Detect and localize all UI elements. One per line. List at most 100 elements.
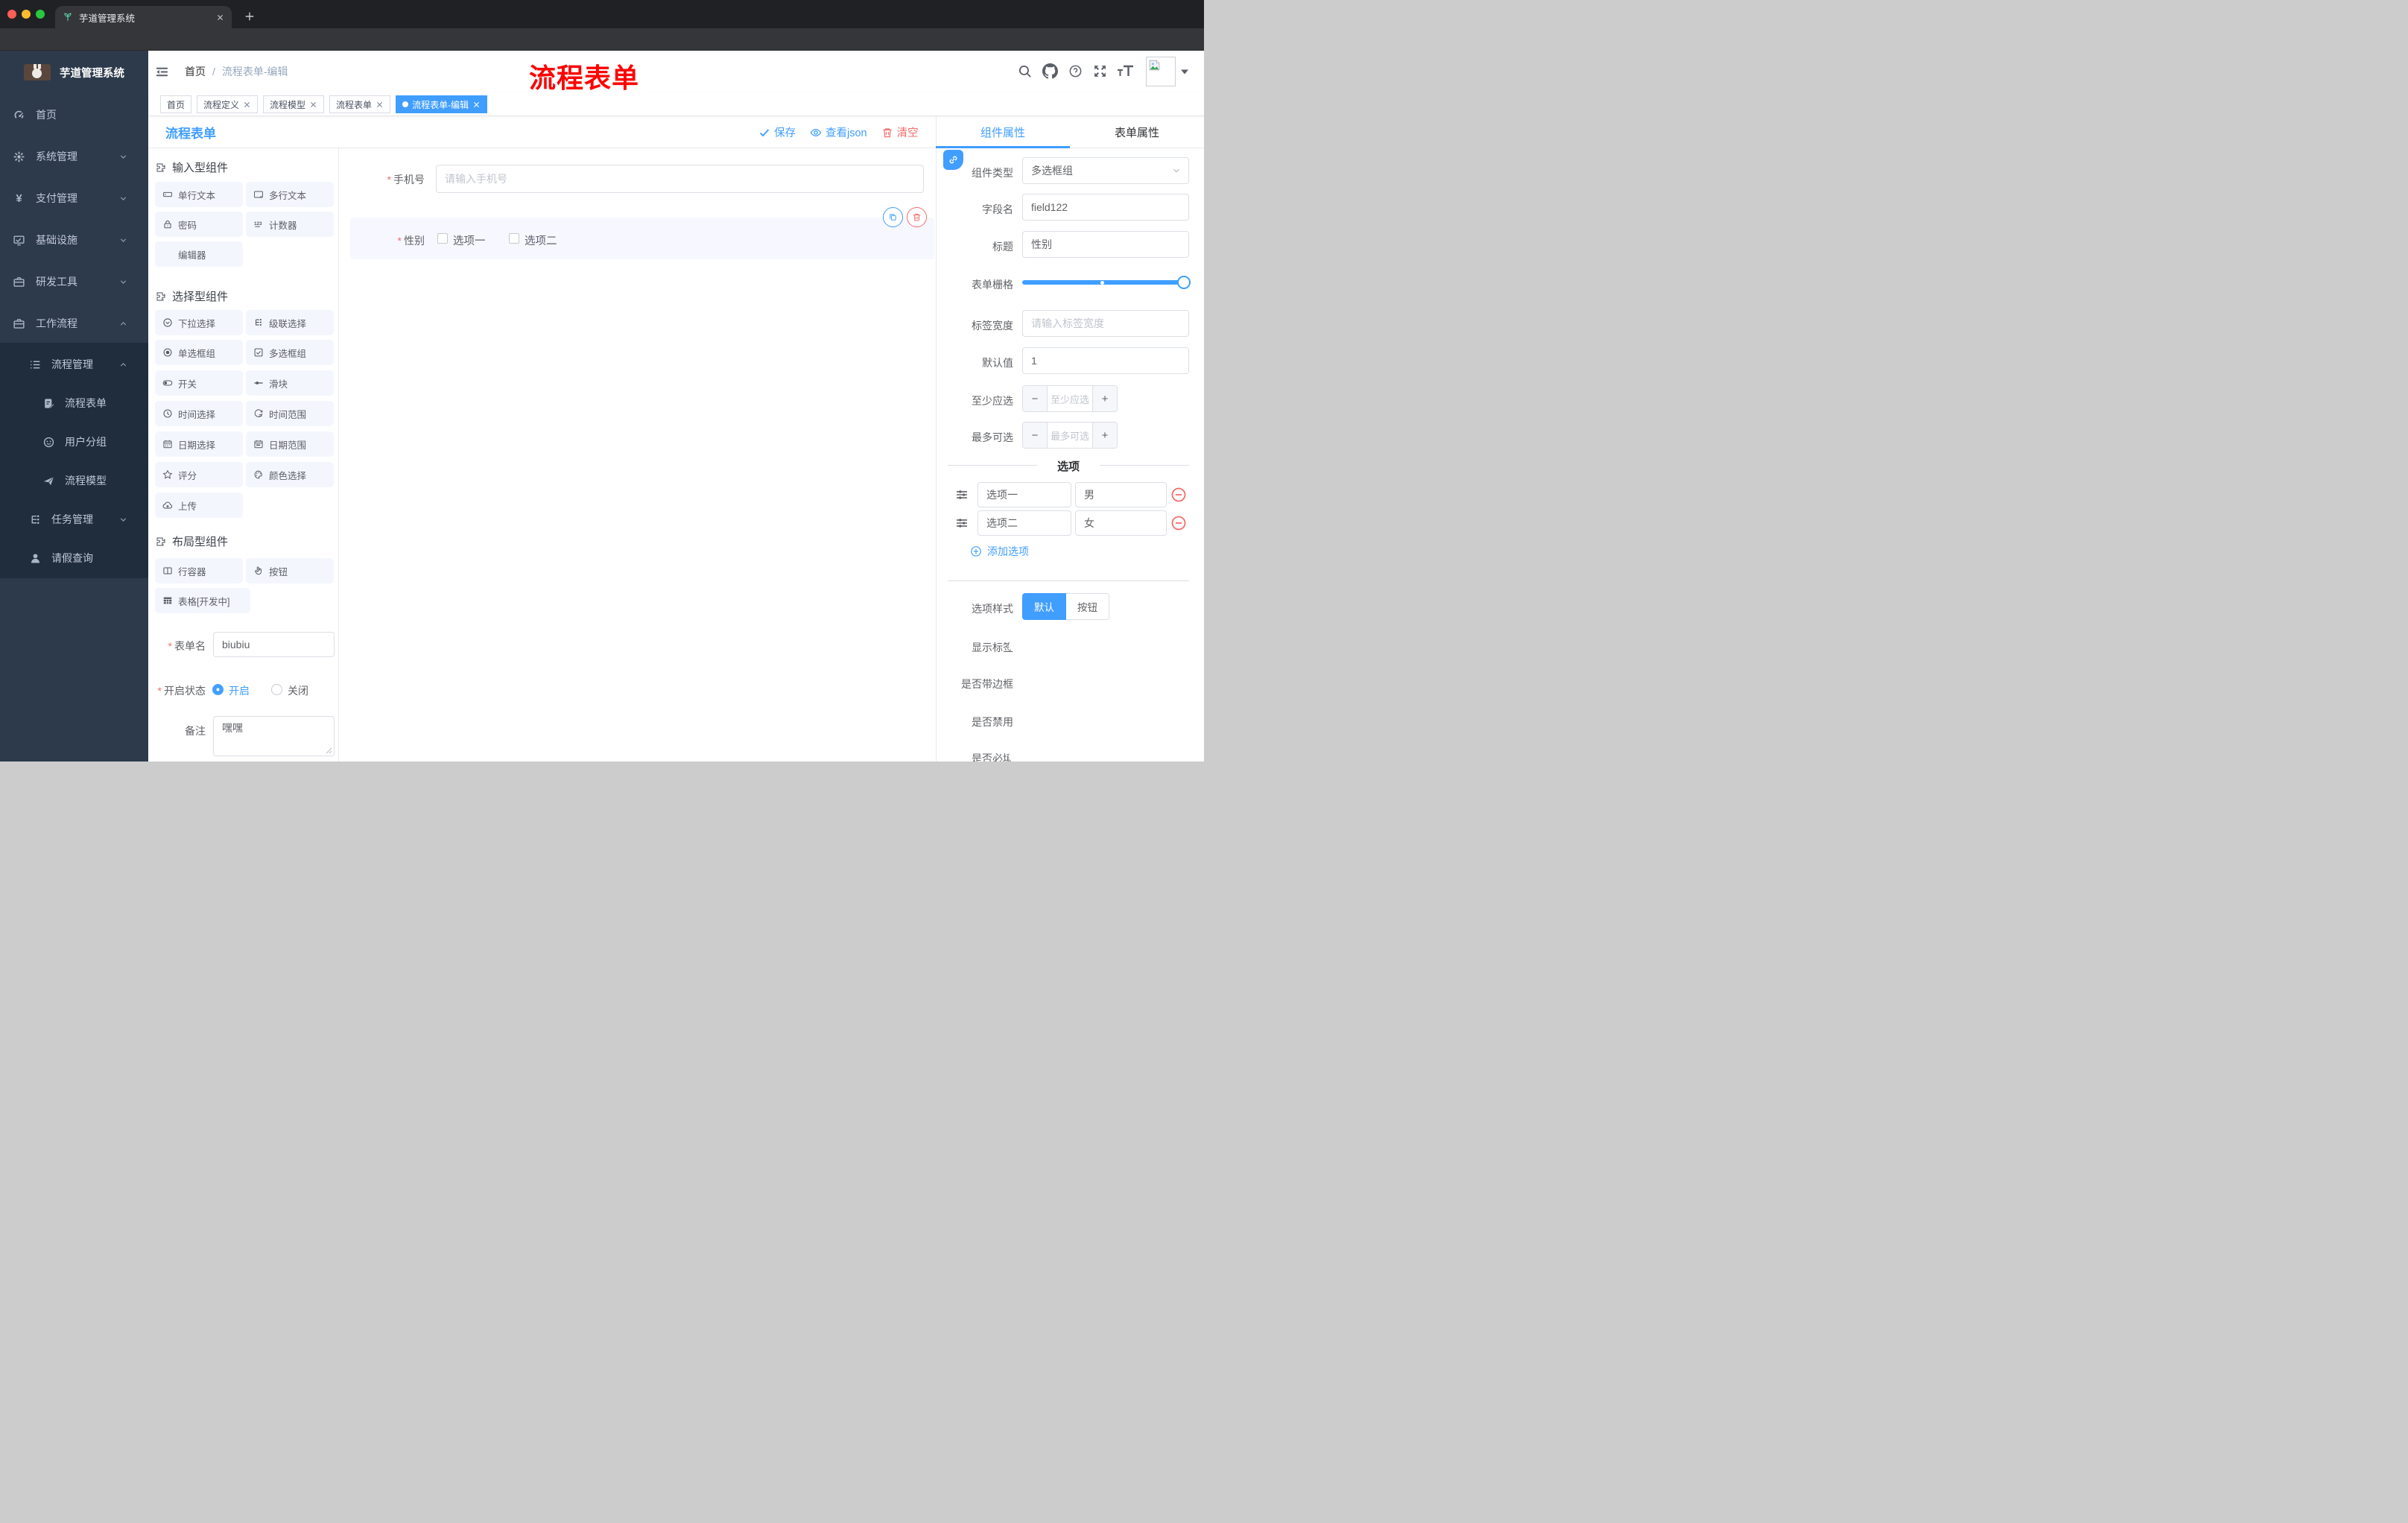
tag-close-icon[interactable] bbox=[376, 101, 384, 109]
style-default-button[interactable]: 默认 bbox=[1022, 593, 1066, 620]
tab-form-props[interactable]: 表单属性 bbox=[1070, 116, 1204, 148]
avatar[interactable] bbox=[1146, 57, 1176, 86]
palette-item-upload[interactable]: 上传 bbox=[155, 493, 243, 518]
palette-item-time-range[interactable]: 时间范围 bbox=[246, 401, 334, 426]
copy-component-button[interactable] bbox=[883, 207, 903, 227]
tag-close-icon[interactable] bbox=[243, 101, 251, 109]
palette-item-date[interactable]: 日期选择 bbox=[155, 431, 243, 457]
github-icon[interactable] bbox=[1042, 63, 1058, 79]
palette-item-time[interactable]: 时间选择 bbox=[155, 401, 243, 426]
tag-close-icon[interactable] bbox=[309, 101, 317, 109]
breadcrumb-home[interactable]: 首页 bbox=[185, 64, 206, 79]
style-button-button[interactable]: 按钮 bbox=[1066, 593, 1109, 620]
sidebar-item-leave-query[interactable]: 请假查询 bbox=[0, 539, 148, 577]
label-width-input[interactable] bbox=[1022, 310, 1189, 337]
drag-handle-icon[interactable] bbox=[955, 516, 969, 530]
search-icon[interactable] bbox=[1018, 64, 1032, 78]
option2-label-input[interactable] bbox=[978, 510, 1071, 536]
new-tab-icon[interactable] bbox=[244, 11, 255, 22]
option1-value-input[interactable] bbox=[1075, 482, 1167, 507]
grid-slider-track[interactable] bbox=[1022, 280, 1191, 285]
sidebar-item-process-model[interactable]: 流程模型 bbox=[0, 461, 148, 500]
palette-item-table[interactable]: 表格[开发中] bbox=[155, 588, 250, 613]
form-name-input[interactable] bbox=[213, 632, 335, 657]
field-name-input[interactable] bbox=[1022, 194, 1189, 221]
clear-button[interactable]: 清空 bbox=[881, 124, 919, 140]
remove-option-icon[interactable] bbox=[1170, 515, 1187, 531]
window-zoom-button[interactable] bbox=[36, 10, 45, 19]
palette-item-single-text[interactable]: 单行文本 bbox=[155, 182, 243, 207]
fullscreen-icon[interactable] bbox=[1093, 64, 1107, 78]
component-type-select[interactable]: 多选框组 bbox=[1022, 157, 1189, 184]
stepper-plus-button[interactable]: + bbox=[1093, 386, 1117, 411]
sidebar-item-payment[interactable]: ¥ 支付管理 bbox=[0, 177, 148, 219]
tag-close-icon[interactable] bbox=[472, 101, 481, 109]
min-select-placeholder[interactable]: 至少应选 bbox=[1047, 386, 1093, 411]
palette-item-slider[interactable]: 滑块 bbox=[246, 370, 334, 396]
palette-item-switch[interactable]: 开关 bbox=[155, 370, 243, 396]
stepper-minus-button[interactable]: − bbox=[1023, 386, 1047, 411]
stepper-plus-button[interactable]: + bbox=[1093, 422, 1117, 448]
sidebar-logo[interactable]: 芋道管理系统 bbox=[0, 51, 148, 94]
status-on-label[interactable]: 开启 bbox=[229, 683, 250, 698]
drag-handle-icon[interactable] bbox=[955, 488, 969, 501]
save-button[interactable]: 保存 bbox=[758, 124, 796, 140]
sidebar-item-user-group[interactable]: 用户分组 bbox=[0, 422, 148, 461]
window-minimize-button[interactable] bbox=[22, 10, 31, 19]
help-icon[interactable] bbox=[1068, 64, 1083, 78]
tag-process-form[interactable]: 流程表单 bbox=[329, 95, 391, 113]
palette-item-cascader[interactable]: 级联选择 bbox=[246, 310, 334, 335]
remark-textarea[interactable]: 嘿嘿 bbox=[213, 716, 335, 756]
view-json-button[interactable]: 查看json bbox=[810, 124, 867, 140]
sidebar-item-workflow[interactable]: 工作流程 bbox=[0, 303, 148, 344]
gender-option1-label[interactable]: 选项一 bbox=[453, 232, 486, 248]
remove-option-icon[interactable] bbox=[1170, 487, 1187, 503]
option1-label-input[interactable] bbox=[978, 482, 1071, 507]
status-on-radio[interactable] bbox=[212, 684, 224, 695]
tag-home[interactable]: 首页 bbox=[160, 95, 192, 113]
avatar-caret-icon[interactable] bbox=[1181, 69, 1188, 75]
sidebar-item-devtools[interactable]: 研发工具 bbox=[0, 261, 148, 303]
gender-option2-checkbox[interactable] bbox=[509, 233, 519, 244]
sidebar-item-home[interactable]: 首页 bbox=[0, 94, 148, 136]
palette-item-radio-group[interactable]: 单选框组 bbox=[155, 340, 243, 365]
palette-item-editor[interactable]: 编辑器 bbox=[155, 241, 243, 267]
max-select-placeholder[interactable]: 最多可选 bbox=[1047, 422, 1093, 448]
tag-process-definition[interactable]: 流程定义 bbox=[197, 95, 259, 113]
palette-item-rate[interactable]: 评分 bbox=[155, 462, 243, 487]
sidebar-item-infra[interactable]: 基础设施 bbox=[0, 219, 148, 261]
resize-handle-icon[interactable] bbox=[326, 747, 332, 754]
palette-item-button[interactable]: 按钮 bbox=[246, 558, 334, 583]
sidebar-item-task-mgmt[interactable]: 任务管理 bbox=[0, 500, 148, 539]
tag-process-form-edit[interactable]: 流程表单-编辑 bbox=[396, 95, 488, 113]
gender-option1-checkbox[interactable] bbox=[437, 233, 448, 244]
palette-item-password[interactable]: 密码 bbox=[155, 212, 243, 237]
tab-close-icon[interactable] bbox=[216, 13, 224, 22]
window-close-button[interactable] bbox=[7, 10, 16, 19]
palette-item-counter[interactable]: 123 计数器 bbox=[246, 212, 334, 237]
default-value-input[interactable] bbox=[1022, 347, 1189, 374]
palette-item-checkbox-group[interactable]: 多选框组 bbox=[246, 340, 334, 365]
delete-component-button[interactable] bbox=[907, 207, 927, 227]
status-off-radio[interactable] bbox=[271, 684, 282, 695]
palette-item-row-container[interactable]: 行容器 bbox=[155, 558, 243, 583]
option2-value-input[interactable] bbox=[1075, 510, 1167, 536]
palette-item-date-range[interactable]: 日期范围 bbox=[246, 431, 334, 457]
grid-slider-handle[interactable] bbox=[1177, 276, 1191, 289]
status-off-label[interactable]: 关闭 bbox=[288, 683, 308, 698]
title-input[interactable] bbox=[1022, 231, 1189, 258]
palette-item-select[interactable]: 下拉选择 bbox=[155, 310, 243, 335]
font-size-icon[interactable] bbox=[1117, 64, 1134, 78]
stepper-minus-button[interactable]: − bbox=[1023, 422, 1047, 448]
sidebar-collapse-icon[interactable] bbox=[155, 65, 169, 79]
add-option-button[interactable]: 添加选项 bbox=[970, 544, 1029, 559]
gender-option2-label[interactable]: 选项二 bbox=[525, 232, 557, 248]
phone-field-input[interactable] bbox=[436, 165, 924, 193]
browser-tab[interactable]: 芋道管理系统 bbox=[55, 6, 232, 28]
tab-component-props[interactable]: 组件属性 bbox=[936, 116, 1070, 148]
tag-process-model[interactable]: 流程模型 bbox=[263, 95, 325, 113]
sidebar-item-process-mgmt[interactable]: 流程管理 bbox=[0, 345, 148, 384]
sidebar-item-process-form[interactable]: 流程表单 bbox=[0, 384, 148, 422]
sidebar-item-system[interactable]: 系统管理 bbox=[0, 136, 148, 177]
palette-item-color[interactable]: 颜色选择 bbox=[246, 462, 334, 487]
